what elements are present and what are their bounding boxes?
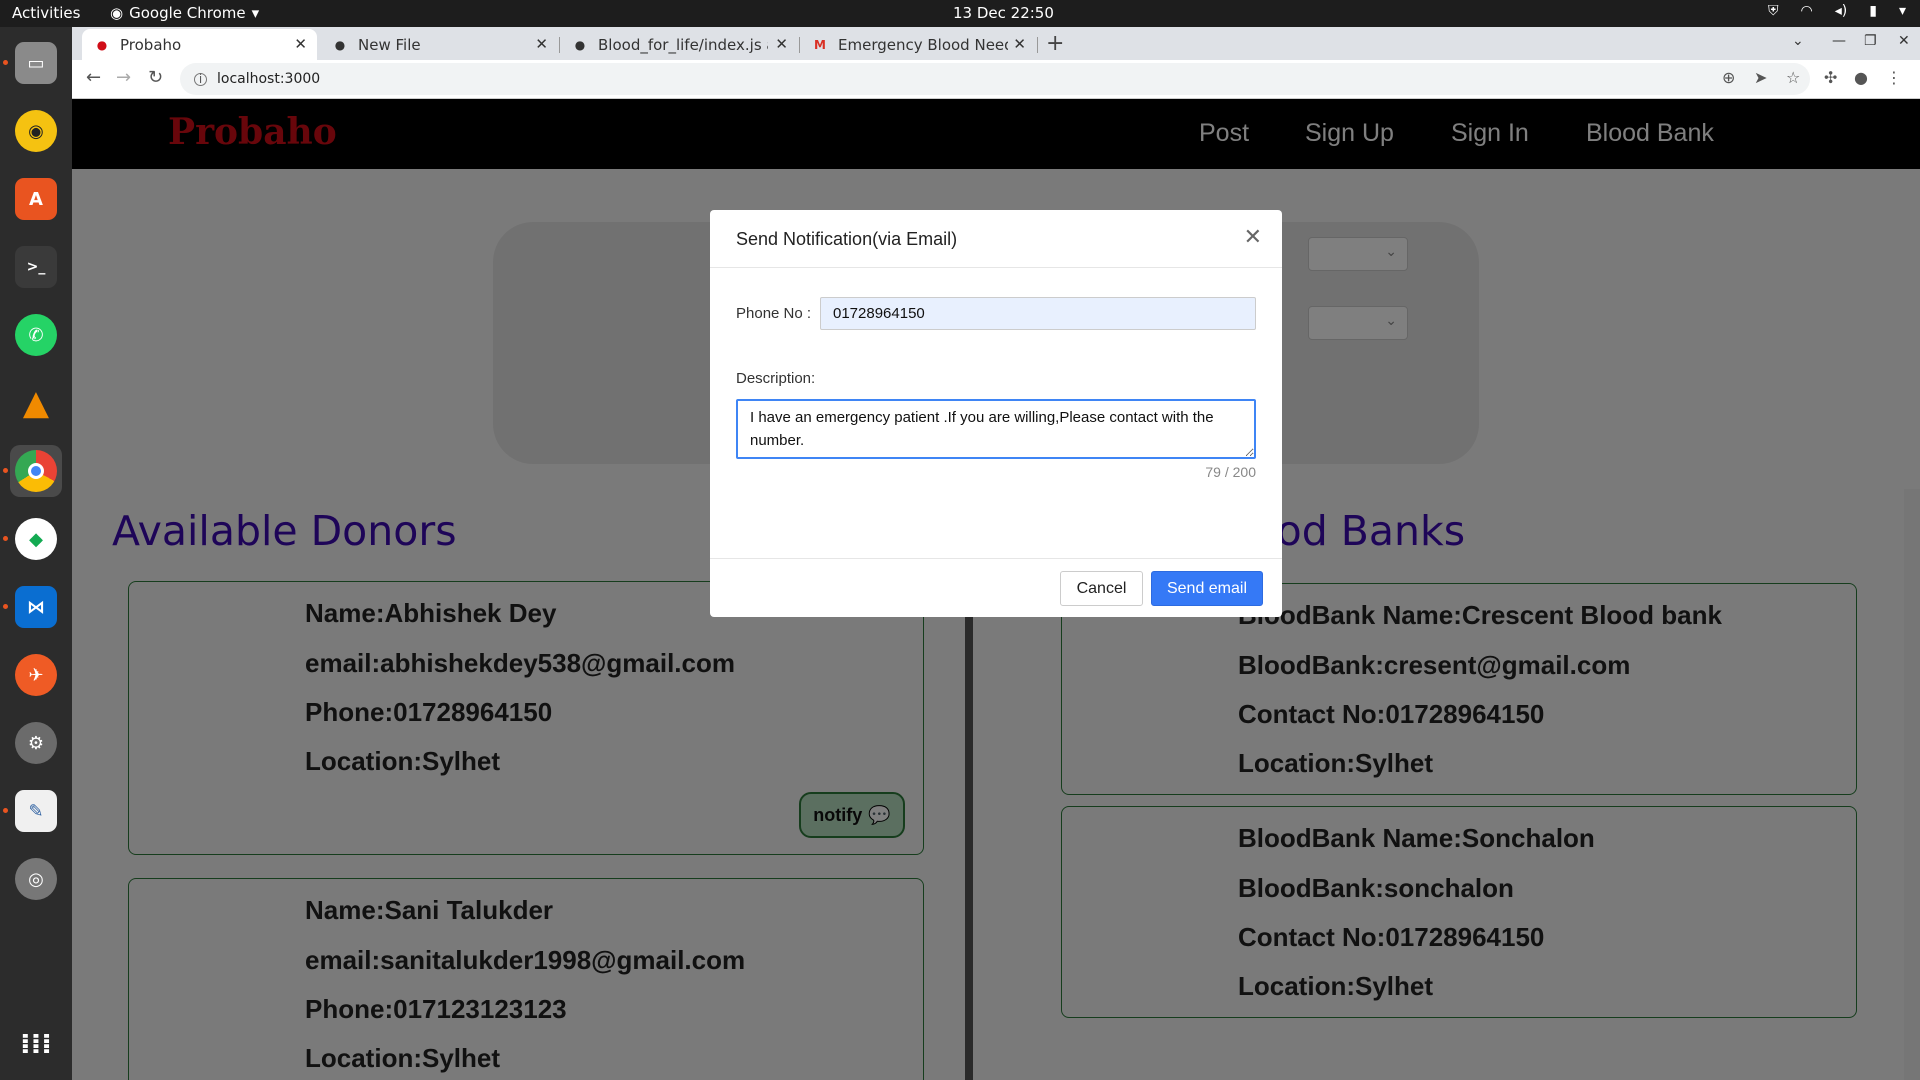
chrome-dock-icon[interactable] (10, 445, 62, 497)
chevron-down-icon: ▾ (1898, 3, 1906, 19)
probaho-favicon: ● (96, 37, 108, 52)
forward-icon[interactable]: → (116, 67, 131, 88)
running-indicator (3, 60, 8, 65)
new-tab-button[interactable]: + (1046, 31, 1064, 56)
tab-label: New File (358, 35, 421, 54)
chevron-down-icon: ▾ (251, 4, 260, 22)
reload-icon[interactable]: ↻ (148, 67, 163, 88)
running-indicator (3, 536, 8, 541)
cancel-button[interactable]: Cancel (1060, 571, 1143, 606)
mongodb-compass-dock-icon[interactable]: ◆ (10, 513, 62, 565)
terminal-dock-icon[interactable]: >_ (10, 241, 62, 293)
tab-index-js[interactable]: ● Blood_for_life/index.js at ✕ (560, 29, 798, 60)
url-text: localhost:3000 (217, 71, 321, 87)
volume-icon: ◂) (1834, 3, 1848, 19)
software-center-dock-icon[interactable]: A (10, 173, 62, 225)
phone-label: Phone No : (736, 305, 812, 322)
tab-new-file[interactable]: ● New File ✕ (320, 29, 558, 60)
browser-toolbar: ← → ↻ i localhost:3000 ⊕ ➤ ☆ ✣ ● ⋮ (72, 60, 1920, 99)
text-editor-dock-icon[interactable]: ✎ (10, 785, 62, 837)
os-top-bar: Activities ◉ Google Chrome ▾ 13 Dec 22:5… (0, 0, 1920, 27)
dock: ▭ ◉ A >_ ✆ ▲ ◆ ⋈ ✈ ⚙ ✎ ◎ ⁞⁞⁞ (0, 27, 72, 1080)
close-icon[interactable]: ✕ (775, 35, 788, 53)
close-icon[interactable]: ✕ (1244, 224, 1262, 250)
running-indicator (3, 468, 8, 473)
system-tray[interactable]: ⛨ ◠ ◂) ▮ ▾ (1768, 3, 1906, 19)
minimize-icon[interactable]: — (1832, 33, 1846, 49)
send-to-device-icon[interactable]: ➤ (1754, 68, 1767, 87)
description-label: Description: (736, 370, 816, 387)
wifi-icon: ◠ (1800, 3, 1813, 19)
restore-icon[interactable]: ❐ (1864, 33, 1877, 49)
close-window-icon[interactable]: ✕ (1898, 33, 1910, 49)
whatsapp-dock-icon[interactable]: ✆ (10, 309, 62, 361)
files-dock-icon[interactable]: ▭ (10, 37, 62, 89)
running-indicator (3, 808, 8, 813)
close-icon[interactable]: ✕ (294, 35, 307, 53)
app-menu[interactable]: ◉ Google Chrome ▾ (110, 4, 259, 22)
close-icon[interactable]: ✕ (1013, 35, 1026, 53)
rhythmbox-dock-icon[interactable]: ◉ (10, 105, 62, 157)
modal-header: Send Notification(via Email) ✕ (710, 210, 1282, 268)
modal-title: Send Notification(via Email) (736, 229, 958, 249)
show-apps-icon[interactable]: ⁞⁞⁞ (10, 1017, 62, 1069)
tab-gmail[interactable]: M Emergency Blood Neede ✕ (800, 29, 1036, 60)
browser-chrome: ● Probaho ✕ ● New File ✕ ● Blood_for_lif… (72, 27, 1920, 99)
description-field[interactable]: I have an emergency patient .If you are … (736, 399, 1256, 459)
send-notification-modal: Send Notification(via Email) ✕ Phone No … (710, 210, 1282, 617)
gmail-icon: M (814, 37, 826, 52)
zoom-icon[interactable]: ⊕ (1722, 68, 1735, 87)
vscode-dock-icon[interactable]: ⋈ (10, 581, 62, 633)
tab-search-icon[interactable]: ⌄ (1792, 33, 1804, 49)
tab-strip: ● Probaho ✕ ● New File ✕ ● Blood_for_lif… (72, 27, 1920, 60)
send-email-button[interactable]: Send email (1151, 571, 1263, 606)
bookmark-star-icon[interactable]: ☆ (1786, 68, 1800, 87)
activities-button[interactable]: Activities (12, 4, 80, 22)
running-indicator (3, 604, 8, 609)
vlc-dock-icon[interactable]: ▲ (10, 377, 62, 429)
chrome-small-icon: ◉ (110, 4, 124, 22)
site-info-icon[interactable]: i (194, 72, 207, 86)
extensions-icon[interactable]: ✣ (1824, 68, 1837, 87)
tab-label: Emergency Blood Neede (838, 35, 1008, 54)
github-icon: ● (334, 37, 346, 52)
battery-icon: ▮ (1869, 3, 1877, 19)
phone-field[interactable] (820, 297, 1256, 330)
app-menu-label: Google Chrome (129, 4, 246, 22)
shield-icon: ⛨ (1768, 3, 1779, 19)
postman-dock-icon[interactable]: ✈ (10, 649, 62, 701)
github-icon: ● (574, 37, 586, 52)
settings-dock-icon[interactable]: ⚙ (10, 717, 62, 769)
character-counter: 79 / 200 (1205, 464, 1256, 480)
clock[interactable]: 13 Dec 22:50 (953, 4, 1054, 22)
tab-separator (1037, 37, 1038, 53)
tab-label: Blood_for_life/index.js at (598, 35, 768, 54)
tab-probaho[interactable]: ● Probaho ✕ (82, 29, 317, 60)
disc-dock-icon[interactable]: ◎ (10, 853, 62, 905)
chrome-menu-icon[interactable]: ⋮ (1886, 68, 1902, 87)
back-icon[interactable]: ← (86, 67, 101, 88)
profile-avatar[interactable]: ● (1854, 68, 1868, 87)
tab-label: Probaho (120, 35, 182, 54)
address-bar[interactable]: i localhost:3000 (180, 63, 1810, 95)
close-icon[interactable]: ✕ (535, 35, 548, 53)
